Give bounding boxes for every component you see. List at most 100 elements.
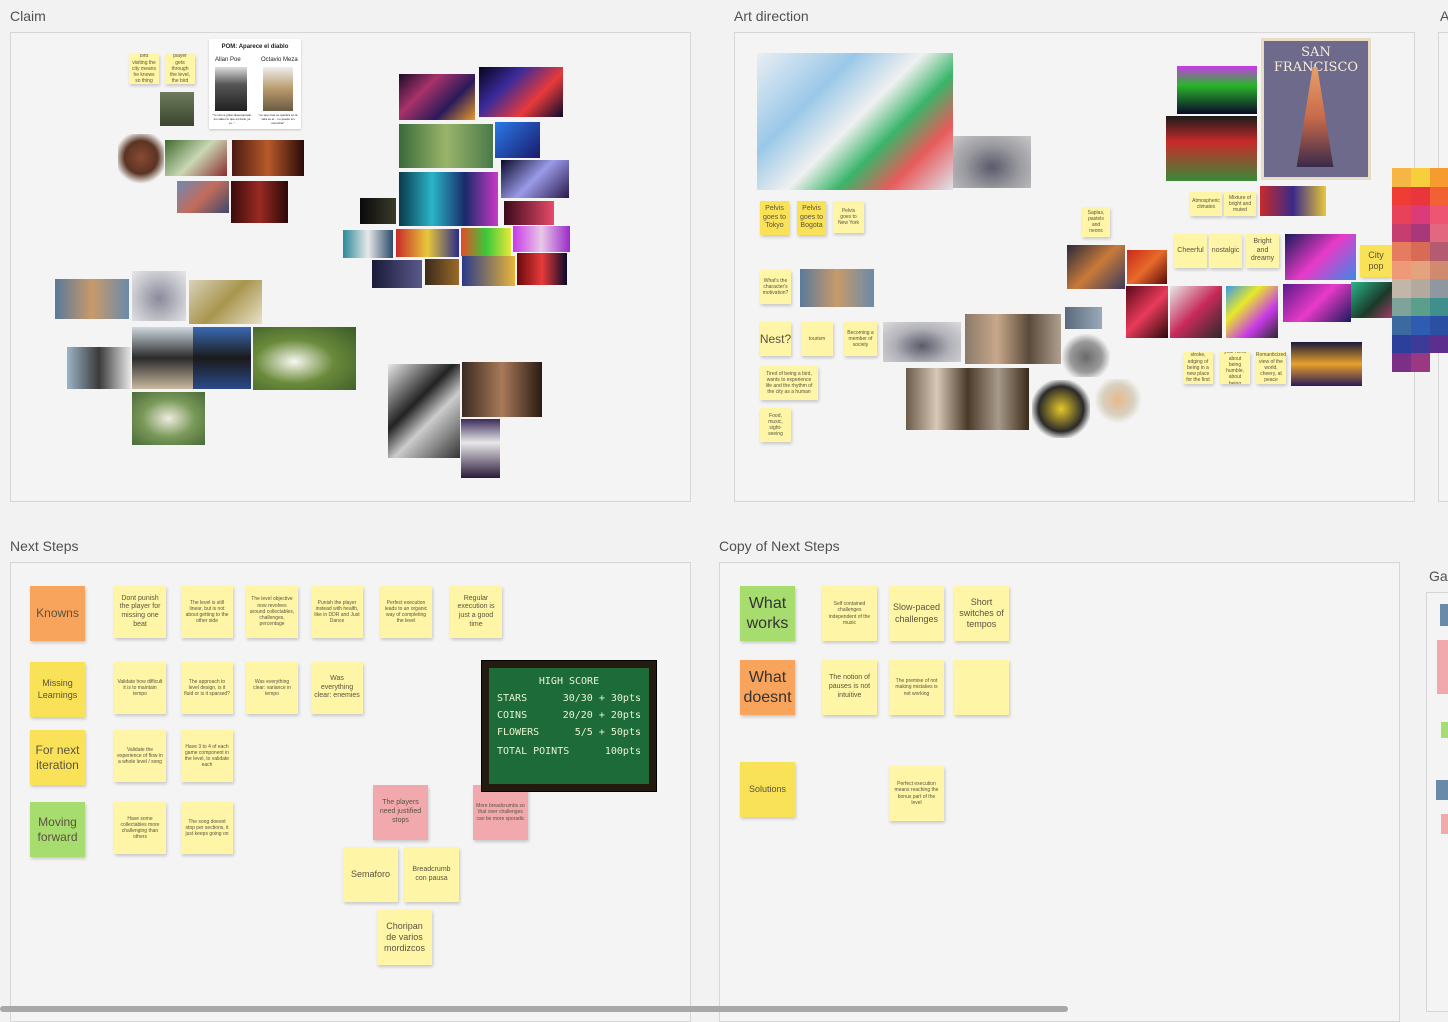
sticky-note-empty[interactable] — [954, 660, 1009, 715]
row-label-doesnt[interactable]: What doesnt — [740, 660, 795, 715]
neon-image[interactable] — [1285, 234, 1356, 280]
sticky-note[interactable]: Cheerful — [1174, 234, 1207, 268]
pigeon-image[interactable] — [132, 271, 186, 321]
game-screenshot[interactable] — [517, 253, 567, 285]
sticky-note[interactable] — [1441, 722, 1448, 738]
dancer-image[interactable] — [461, 419, 500, 478]
character-image[interactable] — [118, 134, 164, 186]
game-screenshot[interactable] — [501, 160, 569, 198]
san-francisco-poster[interactable]: SAN FRANCISCO — [1261, 38, 1371, 180]
pigeon-image[interactable] — [953, 136, 1031, 188]
row-label-next[interactable]: For next iteration — [30, 730, 85, 785]
game-screenshot[interactable] — [1166, 116, 1257, 181]
sticky-note[interactable]: Regular execution is just a good time — [450, 586, 502, 638]
palette-swatch[interactable] — [1430, 297, 1448, 316]
image[interactable] — [1436, 780, 1448, 800]
penguin-image[interactable] — [132, 327, 193, 389]
sticky-note[interactable]: As the player gets through the level, th… — [165, 54, 195, 84]
palette-swatch[interactable] — [1392, 242, 1411, 261]
game-screenshot[interactable] — [360, 198, 396, 224]
sticky-note[interactable]: Self contained challenges independent of… — [822, 586, 877, 641]
palette-swatch[interactable] — [1430, 334, 1448, 353]
pigeon-image[interactable] — [883, 322, 961, 362]
penguins-image[interactable] — [67, 347, 131, 389]
sticky-note[interactable]: The approach to level design, is it flui… — [181, 662, 233, 714]
image[interactable] — [177, 181, 229, 213]
dancers-image[interactable] — [462, 362, 542, 417]
palette-swatch[interactable] — [1430, 205, 1448, 224]
sticky-note[interactable]: The premise of not making mistakes is no… — [889, 660, 944, 715]
sticky-note[interactable]: Have 3 to 4 of each game component in th… — [181, 730, 233, 782]
sticky-note[interactable]: Short switches of tempos — [954, 586, 1009, 641]
image[interactable] — [1126, 286, 1168, 338]
sticky-note[interactable]: City pop — [1360, 245, 1392, 277]
palette-swatch[interactable] — [1411, 168, 1430, 187]
game-screenshot[interactable] — [425, 259, 459, 285]
sticky-note[interactable]: Pelvis goes to Bogota — [797, 201, 826, 235]
city-night-image[interactable] — [1291, 342, 1362, 386]
palette-swatch[interactable] — [1411, 334, 1430, 353]
sticky-note[interactable]: The notion of pauses is not intuitive — [822, 660, 877, 715]
game-screenshot[interactable] — [461, 228, 511, 256]
palette-swatch[interactable] — [1392, 186, 1411, 205]
sticky-note[interactable]: Semaforo — [343, 847, 398, 902]
sticky-note[interactable]: Perfect execution leads to an organic wa… — [380, 586, 432, 638]
image[interactable] — [165, 140, 227, 176]
scoreboard-image[interactable]: HIGH SCORE STARS 30/30 + 30pts COINS 20/… — [481, 660, 657, 792]
palette-swatch[interactable] — [1392, 279, 1411, 298]
frame-title-art-direction[interactable]: Art direction — [734, 8, 809, 24]
sticky-note[interactable]: Choripan de varios mordizcos — [377, 910, 432, 965]
sticky-note[interactable]: Atmospheric climates — [1190, 192, 1222, 216]
palette-swatch[interactable] — [1430, 279, 1448, 298]
palette-swatch[interactable] — [1430, 168, 1448, 187]
sticky-note[interactable]: Pelvis goes to New York — [833, 201, 864, 233]
game-screenshot[interactable] — [495, 122, 540, 158]
sticky-note[interactable]: Tired of being a bird, wants to experien… — [760, 366, 818, 400]
palette-swatch[interactable] — [1392, 168, 1411, 187]
image[interactable] — [1260, 186, 1326, 216]
sticky-note[interactable]: tourism — [801, 322, 833, 356]
sticky-note[interactable]: Slow-paced challenges — [889, 586, 944, 641]
sticky-note[interactable]: The level objective now revolves around … — [246, 586, 298, 638]
row-label-knowns[interactable]: Knowns — [30, 586, 85, 641]
image[interactable] — [232, 140, 304, 176]
illustration-image[interactable] — [1170, 286, 1222, 338]
frame-title-claim[interactable]: Claim — [10, 8, 46, 24]
fashion-image[interactable] — [965, 314, 1061, 364]
sticky-note[interactable] — [1437, 640, 1448, 694]
document-card[interactable]: POM: Aparece el diablo Allan Poe Octavio… — [209, 39, 301, 129]
palette-swatch[interactable] — [1411, 186, 1430, 205]
sticky-note[interactable]: Nest? — [760, 322, 791, 356]
sticky-note[interactable]: Was everything clear: enemies — [311, 662, 363, 714]
sticky-note[interactable]: The players need justified stops — [373, 785, 428, 840]
palette-swatch[interactable] — [1392, 316, 1411, 335]
palette-swatch[interactable] — [1392, 260, 1411, 279]
palette-swatch[interactable] — [1411, 260, 1430, 279]
sticky-note[interactable]: Pelvis goes to Tokyo — [760, 201, 789, 235]
game-screenshot[interactable] — [399, 124, 493, 168]
image[interactable] — [1127, 250, 1167, 284]
frame-title-cut[interactable]: A — [1440, 8, 1448, 24]
snake-image[interactable] — [189, 280, 262, 324]
image[interactable] — [231, 181, 288, 223]
palette-swatch[interactable] — [1392, 223, 1411, 242]
palette-swatch[interactable] — [1392, 334, 1411, 353]
sticky-note[interactable]: Validate the experience of flow in a who… — [114, 730, 166, 782]
city-image[interactable] — [1067, 245, 1125, 289]
row-label-works[interactable]: What works — [740, 586, 795, 641]
palette-swatch[interactable] — [1411, 353, 1430, 372]
game-screenshot[interactable] — [399, 172, 498, 226]
sticky-note[interactable]: Have some collectables more challenging … — [114, 802, 166, 854]
sticky-note[interactable]: Saplas, pastels and neons — [1082, 207, 1110, 237]
game-screenshot[interactable] — [399, 74, 475, 120]
row-label-missing[interactable]: Missing Learnings — [30, 662, 85, 717]
row-label-solutions[interactable]: Solutions — [740, 762, 795, 817]
row-label-moving[interactable]: Moving forward — [30, 802, 85, 857]
sticky-note[interactable]: Bright and dreamy — [1246, 234, 1279, 268]
animal-image[interactable] — [55, 279, 129, 319]
palette-swatch[interactable] — [1411, 279, 1430, 298]
neon-image[interactable] — [1283, 284, 1351, 322]
palette-swatch[interactable] — [1392, 205, 1411, 224]
palette-swatch[interactable] — [1411, 242, 1430, 261]
palette-swatch[interactable] — [1411, 223, 1430, 242]
